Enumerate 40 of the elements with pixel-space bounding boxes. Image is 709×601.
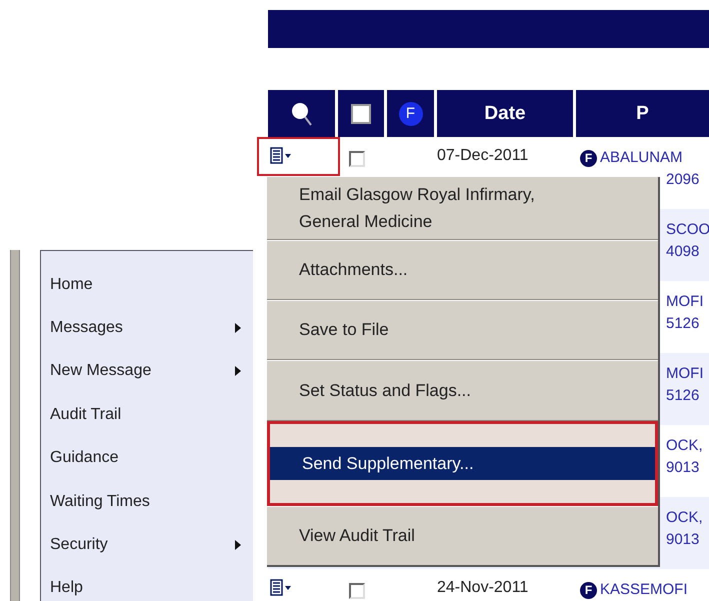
- menu-item[interactable]: Audit Trail: [41, 393, 253, 436]
- menu-item[interactable]: View Audit Trail: [267, 518, 658, 553]
- table-cell-text: MOFI: [666, 364, 704, 384]
- table-cell-text: MOFI: [666, 292, 704, 312]
- select-all-checkbox[interactable]: [351, 104, 371, 124]
- date-cell: 07-Dec-2011: [437, 147, 528, 165]
- menu-item[interactable]: Security: [41, 523, 253, 567]
- flag-badge: F: [580, 582, 597, 598]
- row-menu-button[interactable]: [270, 579, 292, 597]
- menu-item[interactable]: Messages: [41, 306, 253, 350]
- row-checkbox[interactable]: [349, 583, 365, 599]
- table-cell-text: 5126: [666, 386, 700, 406]
- menu-item[interactable]: Guidance: [41, 436, 253, 480]
- table-cell-text: OCK,: [666, 508, 703, 528]
- menu-item[interactable]: New Message: [41, 350, 253, 394]
- menu-item[interactable]: Help: [41, 566, 253, 601]
- flag-badge: F: [398, 102, 422, 126]
- menu-item[interactable]: Set Status and Flags...: [267, 372, 658, 408]
- table-cell-text: 5126: [666, 314, 700, 334]
- menu-item[interactable]: Save to File: [267, 312, 658, 348]
- column-header[interactable]: Date: [437, 90, 573, 137]
- table-cell-text: OCK,: [666, 436, 703, 456]
- table-cell-text: 9013: [666, 530, 700, 550]
- table-cell-text: 2096: [666, 170, 700, 190]
- menu-item[interactable]: Home: [41, 263, 253, 306]
- date-cell: 24-Nov-2011: [437, 579, 528, 597]
- patient-name[interactable]: ABALUNAM: [600, 147, 683, 169]
- row-checkbox[interactable]: [349, 151, 365, 167]
- menu-item[interactable]: Attachments...: [267, 252, 658, 288]
- patient-name[interactable]: KASSEMOFI: [600, 579, 688, 601]
- flag-badge: F: [580, 150, 597, 166]
- column-header[interactable]: P: [576, 90, 709, 137]
- search-icon: [290, 100, 314, 126]
- menu-item[interactable]: Waiting Times: [41, 480, 253, 524]
- table-cell-text: 9013: [666, 458, 700, 478]
- table-cell-text: 4098: [666, 242, 700, 262]
- menu-item[interactable]: Email Glasgow Royal Infirmary, General Medicine: [267, 177, 658, 239]
- search-header[interactable]: [268, 90, 335, 137]
- menu-item[interactable]: Send Supplementary...: [270, 446, 655, 480]
- row-menu-button[interactable]: [270, 147, 292, 165]
